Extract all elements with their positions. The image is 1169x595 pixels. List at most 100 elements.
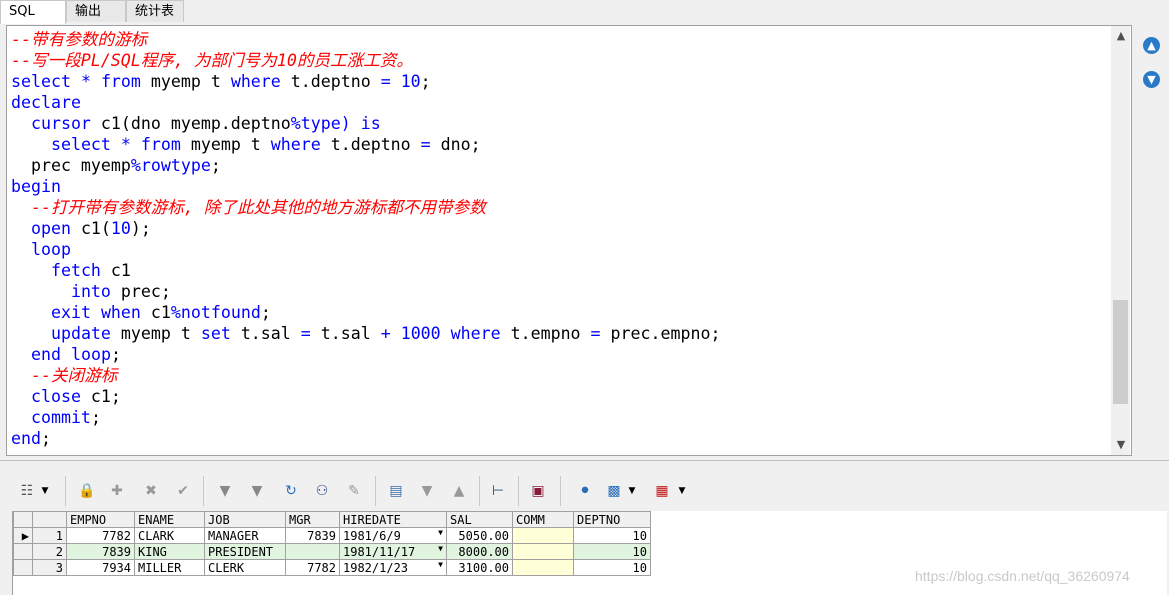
sql-keyword: =: [420, 135, 431, 154]
cell-hiredate[interactable]: 1982/1/23 ▼: [339, 559, 447, 576]
delete-record-icon[interactable]: ✖: [140, 480, 162, 502]
cell-sal[interactable]: 3100.00: [446, 559, 513, 576]
dropdown-arrow-icon[interactable]: ▼: [438, 528, 443, 537]
prev-arrow-icon[interactable]: ▲: [448, 480, 470, 502]
refresh-icon[interactable]: ↻: [280, 480, 302, 502]
code-line[interactable]: select * from myemp t where t.deptno = d…: [11, 135, 481, 154]
col-header-deptno[interactable]: DEPTNO: [573, 511, 651, 528]
cell-deptno[interactable]: 10: [573, 559, 651, 576]
col-header-hiredate[interactable]: HIREDATE: [339, 511, 447, 528]
code-line[interactable]: close c1;: [11, 387, 121, 406]
post-check-icon[interactable]: ✔: [172, 480, 194, 502]
sql-text: c1(: [70, 219, 111, 238]
chevron-down-icon[interactable]: ▼: [625, 480, 639, 502]
table-row[interactable]: 3 7934 MILLER CLERK 7782 1982/1/23 ▼ 3100…: [13, 559, 651, 576]
chart-icon[interactable]: ▩: [603, 480, 625, 502]
db-export-icon[interactable]: ⚫: [574, 480, 596, 502]
code-line[interactable]: fetch c1: [11, 261, 131, 280]
search-binoculars-icon[interactable]: ⚇: [311, 480, 333, 502]
cell-mgr[interactable]: 7782: [285, 559, 340, 576]
code-line[interactable]: into prec;: [11, 282, 171, 301]
code-line[interactable]: --打开带有参数游标, 除了此处其他的地方游标都不用带参数: [11, 198, 486, 217]
code-line[interactable]: exit when c1%notfound;: [11, 303, 271, 322]
code-line[interactable]: commit;: [11, 408, 101, 427]
last-record-icon[interactable]: ▼: [246, 480, 268, 502]
cell-deptno[interactable]: 10: [573, 527, 651, 544]
code-line[interactable]: update myemp t set t.sal = t.sal + 1000 …: [11, 324, 720, 343]
cell-sal[interactable]: 5050.00: [446, 527, 513, 544]
code-line[interactable]: --关闭游标: [11, 366, 117, 385]
col-header-sal[interactable]: SAL: [446, 511, 513, 528]
cell-empno[interactable]: 7934: [66, 559, 135, 576]
code-line[interactable]: end;: [11, 429, 51, 448]
cell-job[interactable]: MANAGER: [204, 527, 286, 544]
arrow-up-circle-icon[interactable]: ▲: [1143, 37, 1160, 54]
scrollbar-thumb[interactable]: [1113, 300, 1128, 404]
tab-output[interactable]: 输出: [66, 0, 126, 22]
cell-sal[interactable]: 8000.00: [446, 543, 513, 560]
next-arrow-icon[interactable]: ▼: [416, 480, 438, 502]
cell-mgr[interactable]: [285, 543, 340, 560]
code-line[interactable]: open c1(10);: [11, 219, 151, 238]
sql-editor[interactable]: --带有参数的游标 --写一段PL/SQL程序, 为部门号为10的员工涨工资。 …: [6, 25, 1132, 456]
code-line[interactable]: --写一段PL/SQL程序, 为部门号为10的员工涨工资。: [11, 51, 413, 70]
cell-empno[interactable]: 7839: [66, 543, 135, 560]
sql-keyword: set: [200, 324, 231, 343]
save-icon[interactable]: ▣: [527, 480, 549, 502]
cell-job[interactable]: CLERK: [204, 559, 286, 576]
editor-scrollbar[interactable]: ▲ ▼: [1111, 26, 1130, 455]
cell-hiredate[interactable]: 1981/6/9 ▼: [339, 527, 447, 544]
cell-job[interactable]: PRESIDENT: [204, 543, 286, 560]
col-header-ename[interactable]: ENAME: [134, 511, 205, 528]
new-record-icon[interactable]: ✚: [106, 480, 128, 502]
code-line[interactable]: loop: [11, 240, 71, 259]
code-line[interactable]: begin: [11, 177, 61, 196]
grid-options-icon[interactable]: ☷: [16, 480, 38, 502]
col-header-comm[interactable]: COMM: [512, 511, 574, 528]
code-line[interactable]: cursor c1(dno myemp.deptno%type) is: [11, 114, 381, 133]
col-header-empno[interactable]: EMPNO: [66, 511, 135, 528]
watermark: https://blog.csdn.net/qq_36260974: [915, 568, 1130, 584]
tab-statistics[interactable]: 统计表: [126, 0, 184, 22]
chevron-down-icon[interactable]: ▼: [38, 480, 52, 502]
col-header-mgr[interactable]: MGR: [285, 511, 340, 528]
cell-comm[interactable]: [512, 559, 574, 576]
clear-eraser-icon[interactable]: ✎: [343, 480, 365, 502]
sql-text: ;: [90, 408, 101, 427]
scroll-up-icon[interactable]: ▲: [1115, 30, 1127, 42]
code-line[interactable]: end loop;: [11, 345, 121, 364]
chevron-down-icon[interactable]: ▼: [675, 480, 689, 502]
cell-deptno[interactable]: 10: [573, 543, 651, 560]
dropdown-arrow-icon[interactable]: ▼: [438, 544, 443, 553]
col-header-job[interactable]: JOB: [204, 511, 286, 528]
code-line[interactable]: declare: [11, 93, 81, 112]
table-grid-icon[interactable]: ▦: [651, 480, 673, 502]
sql-keyword: *: [70, 72, 101, 91]
cell-ename[interactable]: CLARK: [134, 527, 205, 544]
tab-sql[interactable]: SQL: [0, 0, 66, 24]
cell-comm[interactable]: [512, 527, 574, 544]
cell-ename[interactable]: MILLER: [134, 559, 205, 576]
cell-ename[interactable]: KING: [134, 543, 205, 560]
arrow-down-circle-icon[interactable]: ▼: [1143, 71, 1160, 88]
splitter[interactable]: [0, 460, 1169, 465]
code-text[interactable]: --带有参数的游标 --写一段PL/SQL程序, 为部门号为10的员工涨工资。 …: [11, 29, 720, 449]
scroll-down-icon[interactable]: ▼: [1115, 439, 1127, 451]
code-line[interactable]: --带有参数的游标: [11, 30, 147, 49]
cell-mgr[interactable]: 7839: [285, 527, 340, 544]
code-line[interactable]: select * from myemp t where t.deptno = 1…: [11, 72, 431, 91]
cell-hiredate[interactable]: 1981/11/17 ▼: [339, 543, 447, 560]
table-row[interactable]: 2 7839 KING PRESIDENT 1981/11/17 ▼ 8000.0…: [13, 543, 651, 560]
dropdown-arrow-icon[interactable]: ▼: [438, 560, 443, 569]
table-row[interactable]: ▶ 1 7782 CLARK MANAGER 7839 1981/6/9 ▼ 50…: [13, 527, 651, 544]
code-line[interactable]: prec myemp%rowtype;: [11, 156, 221, 175]
first-record-icon[interactable]: ▼: [214, 480, 236, 502]
query-tree-icon[interactable]: ⊢: [487, 480, 509, 502]
lock-icon[interactable]: 🔒: [76, 480, 98, 502]
sql-keyword: 1000: [400, 324, 441, 343]
sheet-icon[interactable]: ▤: [385, 480, 407, 502]
cell-empno[interactable]: 7782: [66, 527, 135, 544]
cell-comm[interactable]: [512, 543, 574, 560]
